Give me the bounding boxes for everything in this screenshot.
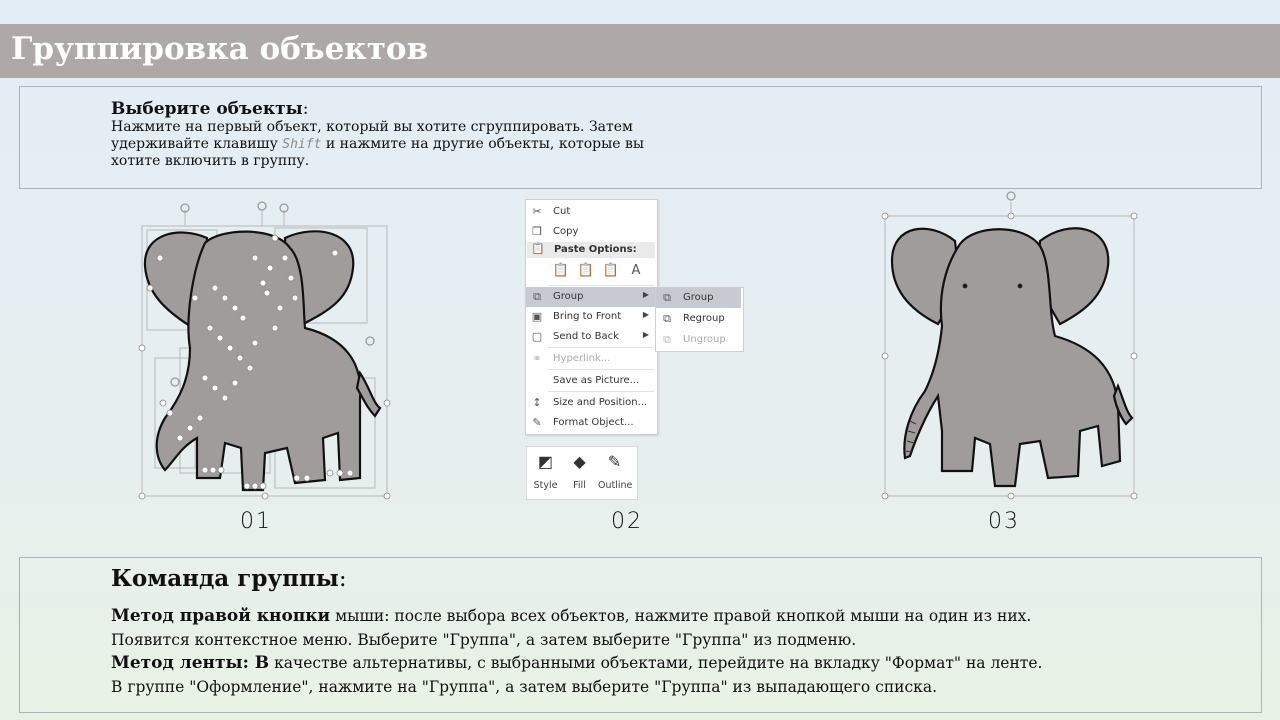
- paste-keep-source-icon[interactable]: 📋: [551, 260, 571, 282]
- regroup-icon: ⧉: [663, 312, 671, 325]
- step-number-2: 02: [611, 509, 643, 534]
- send-back-icon: ▢: [531, 330, 543, 343]
- bring-front-icon: ▣: [531, 310, 543, 323]
- elephant-grouped-image[interactable]: [880, 186, 1142, 502]
- elephant-ungrouped-image[interactable]: [135, 198, 395, 503]
- menu-item-bring-to-front[interactable]: ▣ Bring to Front ▶: [526, 307, 655, 327]
- paste-icon: 📋: [531, 242, 545, 255]
- command-text: Команда группы: Метод правой кнопки мыши…: [111, 563, 1211, 699]
- paste-merge-format-icon[interactable]: 📋: [576, 260, 596, 282]
- slide-title-bar: Группировка объектов: [0, 24, 1280, 78]
- slide-title: Группировка объектов: [11, 31, 429, 67]
- outline-pen-icon: ✎: [607, 452, 622, 471]
- menu-item-save-as-picture[interactable]: Save as Picture...: [526, 371, 655, 391]
- size-position-icon: ↕: [532, 396, 542, 409]
- outline-button[interactable]: ✎ Outline: [598, 449, 632, 495]
- menu-item-format-object[interactable]: ✎ Format Object...: [526, 413, 655, 433]
- submenu-arrow-icon: ▶: [642, 330, 649, 339]
- instructions-line-2: удерживайте клавишу Shift и нажмите на д…: [111, 135, 645, 152]
- submenu-item-ungroup[interactable]: ⧉ Ungroup: [656, 330, 741, 350]
- submenu-item-regroup[interactable]: ⧉ Regroup: [656, 309, 741, 329]
- step-number-3: 03: [988, 509, 1020, 534]
- group-icon: ⧉: [663, 291, 671, 304]
- format-object-icon: ✎: [532, 416, 542, 429]
- group-submenu: ⧉ Group ⧉ Regroup ⧉ Ungroup: [655, 287, 744, 352]
- instructions-line-1: Нажмите на первый объект, который вы хот…: [111, 119, 633, 135]
- menu-item-cut[interactable]: ✂ Cut: [526, 202, 655, 222]
- shift-key-label: Shift: [282, 136, 322, 152]
- format-mini-toolbar: ◩ Style ◆ Fill ✎ Outline: [526, 446, 638, 500]
- submenu-item-group[interactable]: ⧉ Group: [656, 288, 741, 308]
- fill-button[interactable]: ◆ Fill: [563, 449, 596, 495]
- method-2-line-2: В группе "Оформление", нажмите на "Групп…: [111, 677, 938, 696]
- ungroup-icon: ⧉: [663, 333, 671, 346]
- menu-item-size-and-position[interactable]: ↕ Size and Position...: [526, 393, 655, 413]
- step-number-1: 01: [240, 509, 272, 534]
- fill-bucket-icon: ◆: [573, 452, 586, 471]
- instructions-text: Выберите объекты: Нажмите на первый объе…: [111, 99, 711, 170]
- submenu-arrow-icon: ▶: [642, 310, 649, 319]
- group-icon: ⧉: [533, 290, 541, 303]
- command-heading: Команда группы:: [111, 565, 347, 592]
- paste-text-only-icon[interactable]: A: [626, 260, 646, 282]
- menu-item-copy[interactable]: ❐ Copy: [526, 222, 655, 242]
- instructions-heading: Выберите объекты:: [111, 99, 309, 119]
- method-1-line-2: Появится контекстное меню. Выберите "Гру…: [111, 630, 857, 649]
- style-icon: ◩: [537, 452, 554, 471]
- submenu-arrow-icon: ▶: [642, 290, 649, 299]
- hyperlink-icon: ⚭: [532, 352, 542, 365]
- instructions-line-3: хотите включить в группу.: [111, 153, 310, 169]
- scissors-icon: ✂: [532, 205, 542, 218]
- copy-icon: ❐: [532, 225, 542, 238]
- context-menu: ✂ Cut ❐ Copy 📋 Paste Options: 📋 📋 📋 A ⧉ …: [525, 199, 658, 435]
- style-button[interactable]: ◩ Style: [529, 449, 562, 495]
- paste-options-header: 📋 Paste Options:: [527, 242, 655, 258]
- menu-item-send-to-back[interactable]: ▢ Send to Back ▶: [526, 327, 655, 347]
- menu-item-group[interactable]: ⧉ Group ▶: [526, 287, 655, 307]
- menu-item-hyperlink[interactable]: ⚭ Hyperlink...: [526, 349, 655, 369]
- rotate-handle-icon: [1006, 191, 1016, 201]
- paste-picture-icon[interactable]: 📋: [601, 260, 621, 282]
- method-2-line-1: Метод ленты: В качестве альтернативы, с …: [111, 653, 1043, 673]
- method-1-line-1: Метод правой кнопки мыши: после выбора в…: [111, 606, 1032, 626]
